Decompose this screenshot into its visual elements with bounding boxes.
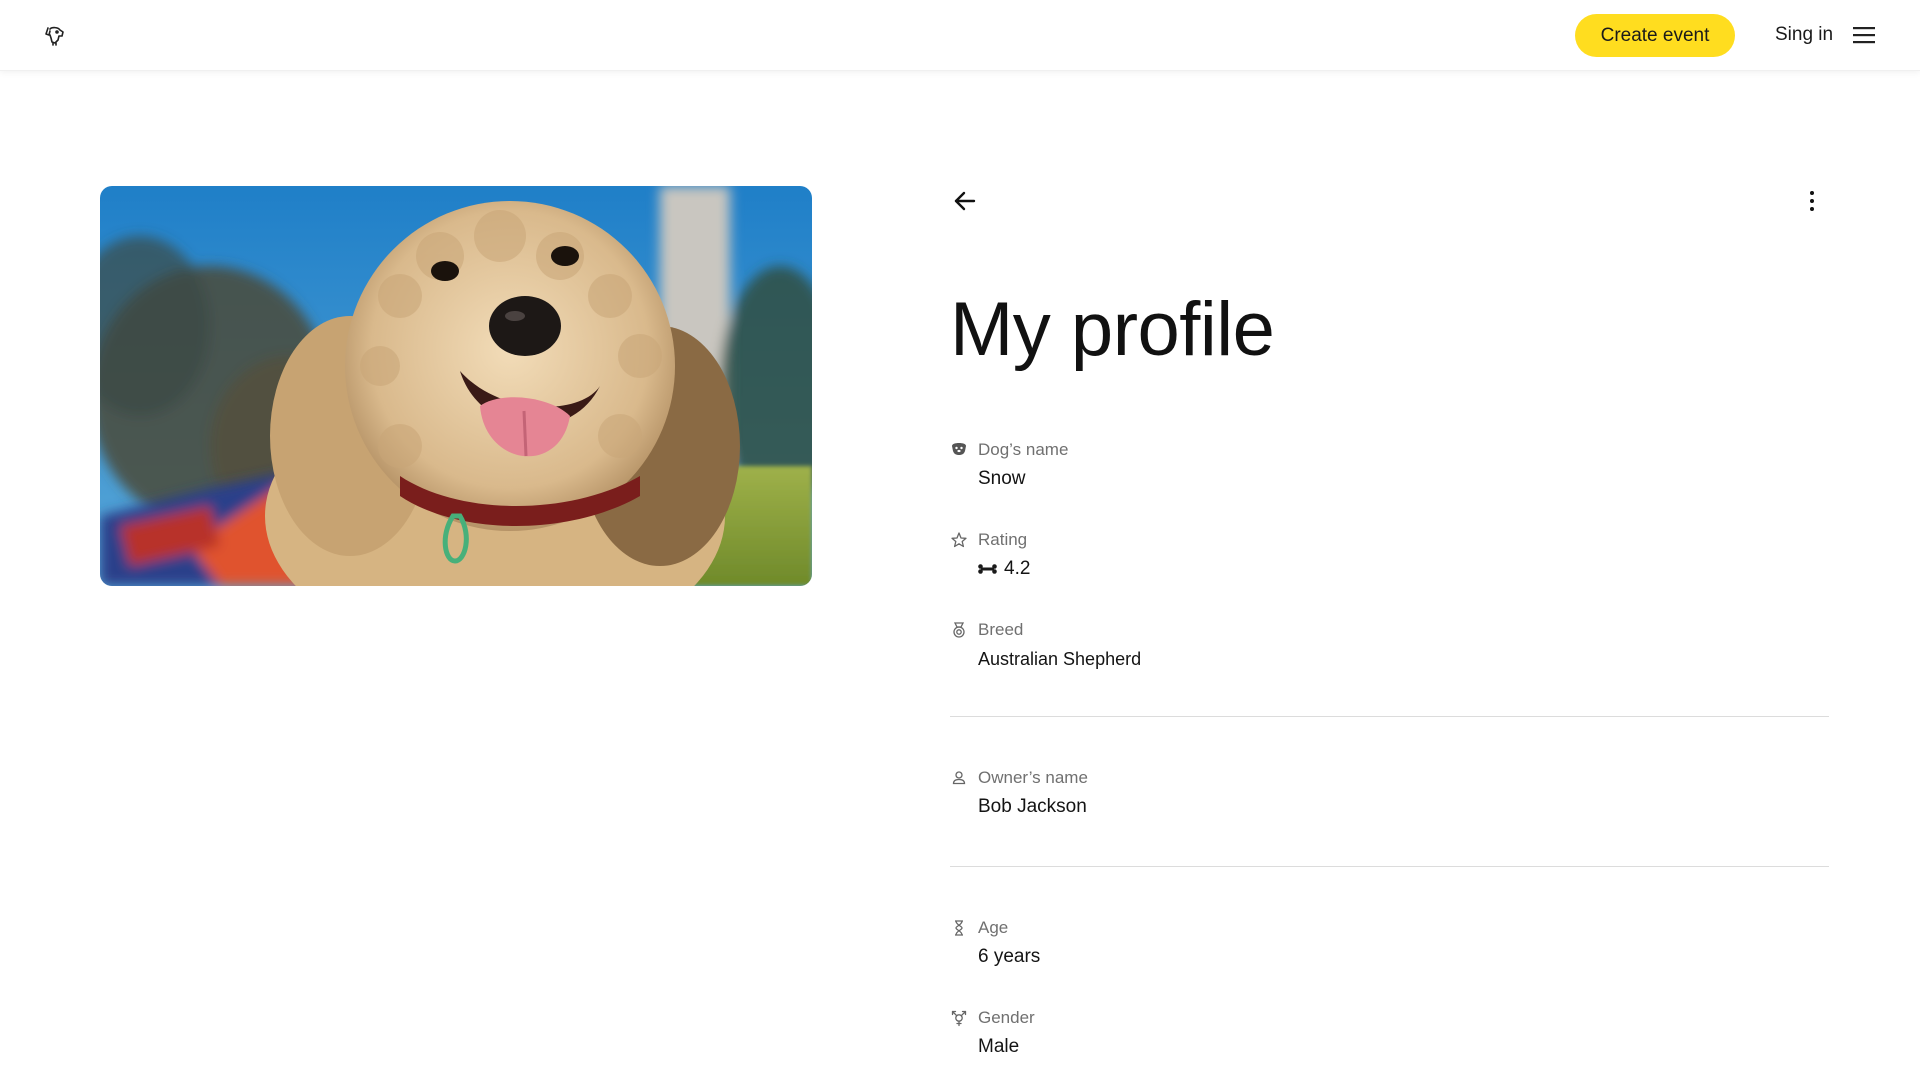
hourglass-icon — [950, 919, 968, 937]
field-value: Australian Shepherd — [978, 649, 1142, 669]
arrow-left-icon[interactable] — [952, 188, 978, 214]
field-value: 6 years — [978, 946, 1041, 967]
rating-value: 4.2 — [1004, 558, 1031, 580]
bone-icon — [978, 557, 997, 581]
section-divider — [950, 716, 1829, 717]
sign-in-link[interactable]: Sing in — [1775, 22, 1833, 48]
rating-value-wrap: 4.2 — [978, 557, 1030, 581]
page-title: My profile — [950, 287, 1275, 372]
field-value: Male — [978, 1036, 1020, 1057]
field-value: Bob Jackson — [978, 796, 1087, 817]
top-navigation-bar: Create event Sing in — [0, 0, 1920, 71]
hamburger-menu-icon[interactable] — [1852, 25, 1876, 45]
more-vertical-icon[interactable] — [1800, 188, 1824, 214]
field-label: Gender — [978, 1008, 1035, 1027]
create-event-button[interactable]: Create event — [1575, 14, 1735, 57]
person-icon — [950, 769, 968, 787]
field-value: Snow — [978, 468, 1026, 489]
dog-face-icon — [950, 441, 968, 459]
field-label: Owner’s name — [978, 768, 1088, 787]
star-icon — [950, 531, 968, 549]
gender-icon — [950, 1009, 968, 1027]
medal-icon — [950, 621, 968, 639]
dog-head-icon[interactable] — [43, 24, 67, 48]
field-label: Rating — [978, 530, 1028, 549]
dog-photo — [100, 186, 812, 586]
field-label: Dog’s name — [978, 440, 1069, 459]
field-label: Breed — [978, 620, 1024, 639]
section-divider — [950, 866, 1829, 867]
field-label: Age — [978, 918, 1009, 937]
